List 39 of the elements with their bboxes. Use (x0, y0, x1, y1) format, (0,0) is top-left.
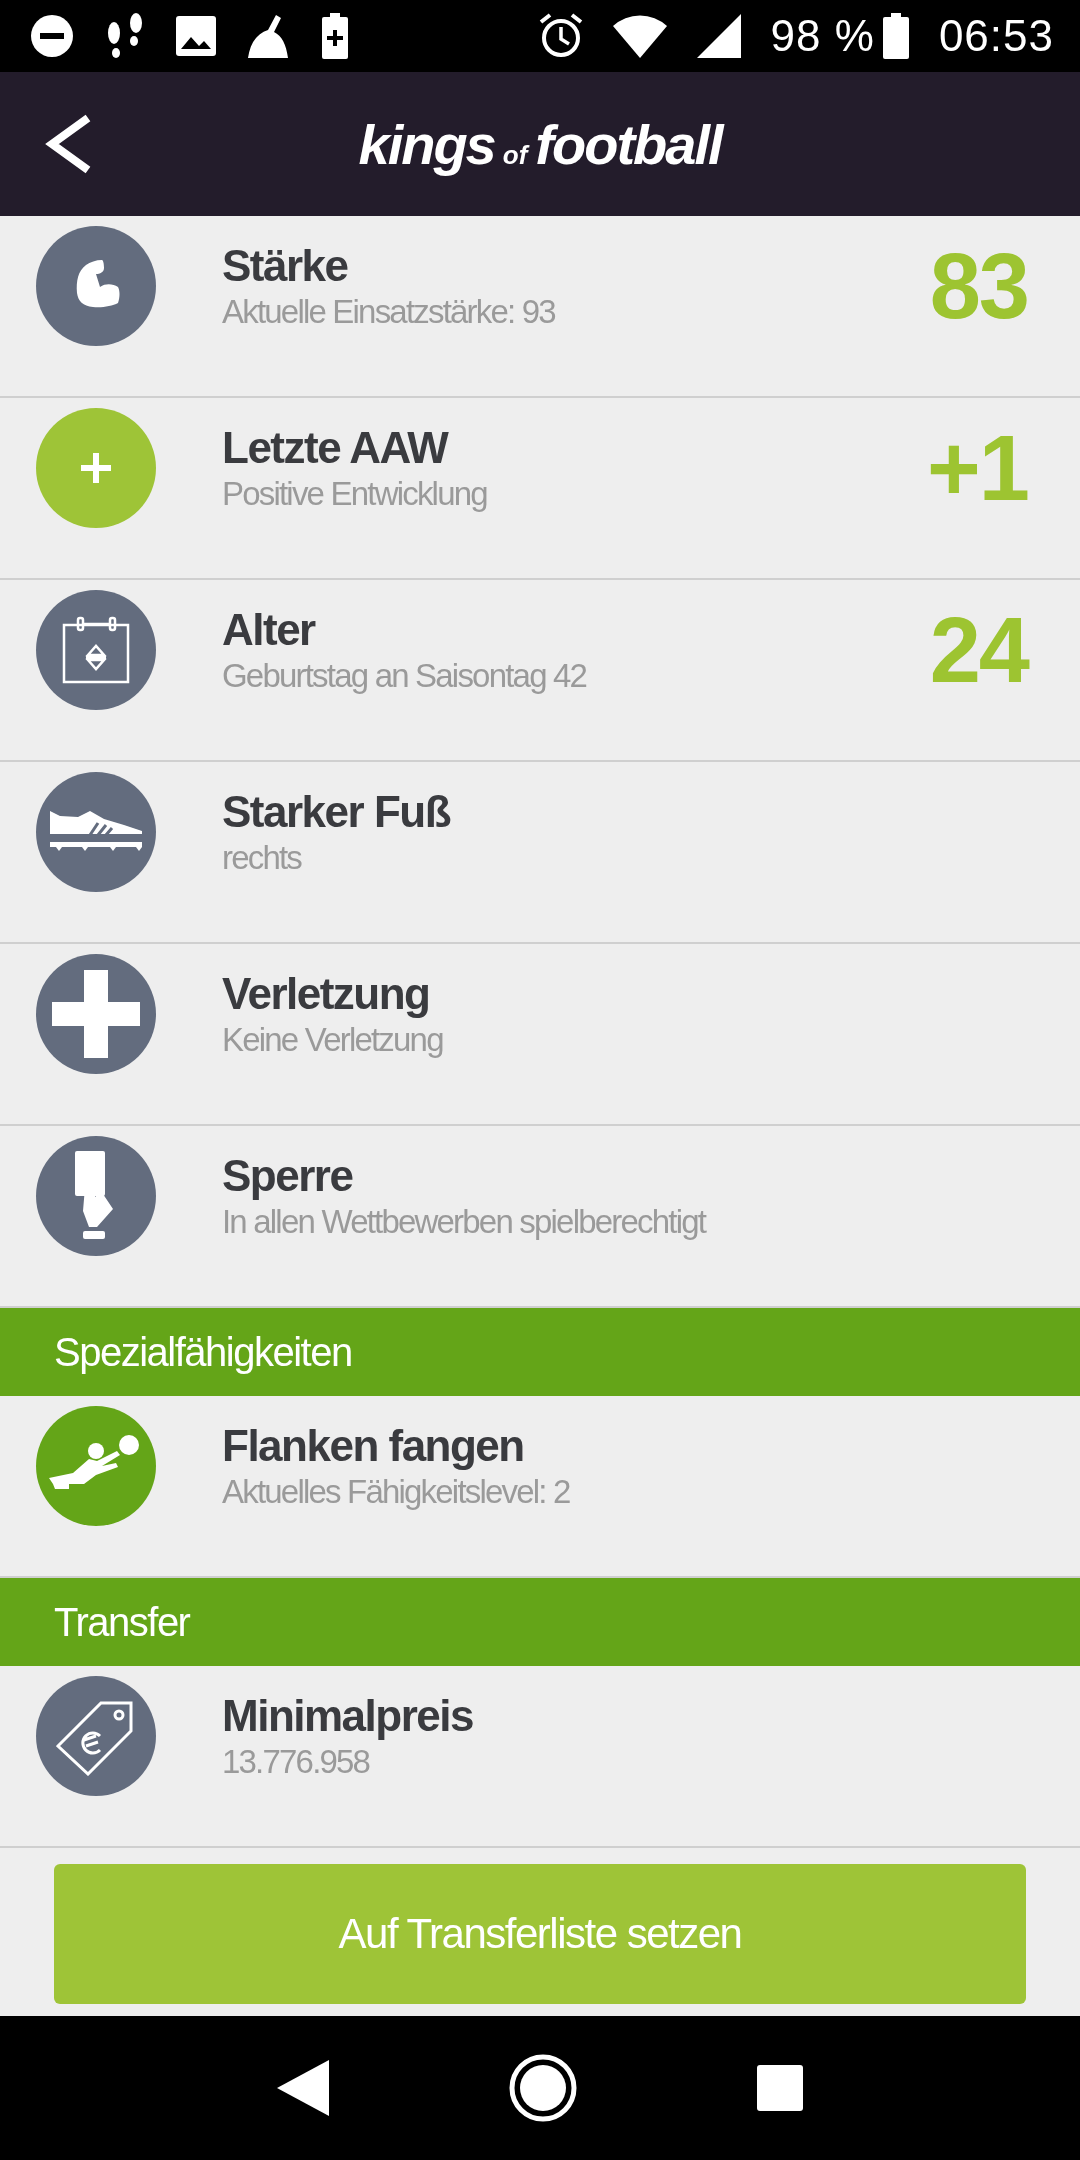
signal-icon (696, 14, 741, 58)
do-not-disturb-icon (30, 14, 74, 58)
row-title: Verletzung (222, 968, 431, 1020)
row-title: Letzte AAW (222, 422, 450, 474)
row-title: Alter (222, 604, 317, 656)
image-icon (176, 16, 216, 56)
transfer-list-button[interactable]: Auf Transferliste setzen (54, 1864, 1026, 2004)
back-nav-icon[interactable] (277, 2060, 329, 2116)
row-subtitle: Positive Entwicklung (222, 474, 488, 514)
section-title: Spezialfähigkeiten (54, 1329, 352, 1375)
row-value: 24 (929, 597, 1028, 703)
battery-plus-icon (322, 13, 348, 59)
logo-text: of (502, 139, 528, 171)
clock-time: 06:53 (938, 11, 1054, 61)
wifi-icon (612, 14, 667, 58)
row-subtitle: In allen Wettbewerben spielberechtigt (222, 1202, 707, 1242)
battery-icon (882, 13, 909, 59)
row-title: Sperre (222, 1150, 354, 1202)
row-subtitle: rechts (222, 838, 303, 878)
row-subtitle: 13.776.958 (222, 1742, 371, 1782)
row-value: +1 (927, 415, 1028, 521)
battery-percentage: 98 % (770, 11, 875, 61)
logo-text: football (535, 111, 722, 177)
calendar-icon (61, 615, 131, 685)
row-subtitle: Keine Verletzung (222, 1020, 444, 1060)
row-title: Starker Fuß (222, 786, 452, 838)
row-title: Minimalpreis (222, 1690, 474, 1742)
row-subtitle: Geburtstag an Saisontag 42 (222, 656, 588, 696)
plus-icon (81, 453, 111, 483)
row-title: Stärke (222, 240, 349, 292)
home-nav-icon[interactable] (509, 2054, 577, 2122)
cross-icon (52, 970, 140, 1058)
logo-text: kings (358, 111, 495, 177)
row-subtitle: Aktuelle Einsatzstärke: 93 (222, 292, 556, 332)
section-title: Transfer (54, 1599, 190, 1645)
row-value: 83 (929, 233, 1028, 339)
row-subtitle: Aktuelles Fähigkeitslevel: 2 (222, 1472, 571, 1512)
alarm-icon (538, 13, 583, 59)
row-title: Flanken fangen (222, 1420, 525, 1472)
